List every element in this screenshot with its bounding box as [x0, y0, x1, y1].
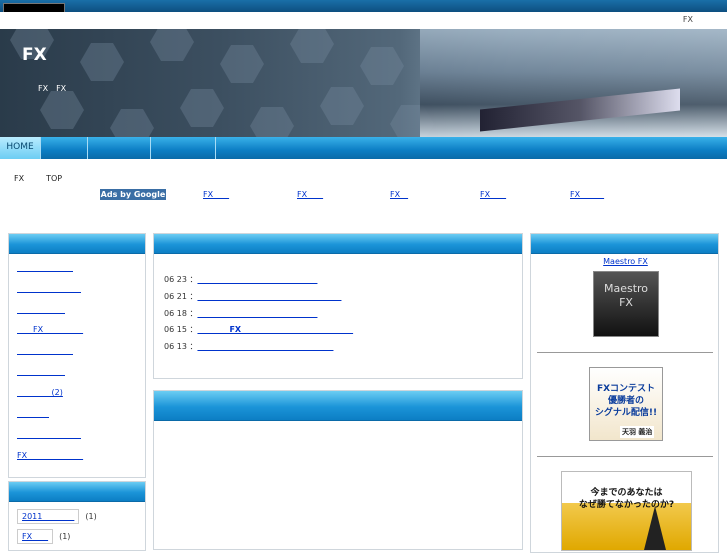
category-link[interactable] [17, 345, 73, 356]
post-date: 06 15 ： [164, 325, 194, 334]
fx-contest-banner[interactable]: FXコンテスト 優勝者の シグナル配信!! 天羽 義治 [589, 367, 663, 441]
nav-item-2[interactable] [41, 137, 88, 159]
nav-home[interactable]: HOME [0, 137, 41, 159]
top-line: FX [0, 12, 727, 29]
post-entry: 06 21 ： [164, 291, 341, 302]
post-date: 06 18 ： [164, 309, 194, 318]
site-title[interactable]: FX [22, 45, 47, 65]
post-entry: 06 15 ： FX [164, 324, 353, 335]
post-date: 06 21 ： [164, 292, 194, 301]
archive-count: (1) [85, 512, 97, 521]
ad-link[interactable]: FX [480, 189, 506, 200]
category-link[interactable]: (2) [17, 387, 63, 398]
category-link[interactable]: FX [17, 450, 83, 461]
promo-banner[interactable]: 今までのあなたは なぜ勝てなかったのか? [561, 471, 692, 551]
post-link[interactable]: FX [197, 325, 353, 334]
ad-link[interactable]: FX [390, 189, 408, 200]
breadcrumb-item[interactable]: TOP [46, 174, 62, 183]
category-link[interactable] [17, 262, 73, 273]
divider [537, 456, 713, 457]
site-header: FX FX FX [0, 29, 727, 137]
category-link[interactable] [17, 304, 65, 315]
content-box [153, 390, 523, 550]
right-sidebar-header [531, 234, 718, 254]
post-entry: 06 23 ： [164, 274, 317, 285]
maestro-fx-logo[interactable]: Maestro FX [593, 271, 659, 337]
recent-posts-box: 06 23 ： 06 21 ： 06 18 ： 06 15 ： FX 06 13… [153, 233, 523, 379]
promo-text: 今までのあなたは なぜ勝てなかったのか? [578, 488, 675, 510]
archive-box: 2011 (1) FX (1) [8, 481, 146, 551]
post-link[interactable] [197, 292, 341, 301]
post-date: 06 23 ： [164, 275, 194, 284]
nav-item-3[interactable] [88, 137, 151, 159]
category-link[interactable] [17, 408, 49, 419]
category-box-header [9, 234, 145, 254]
category-box: FX (2) FX [8, 233, 146, 478]
ad-link[interactable]: FX [297, 189, 323, 200]
ads-by-google-label[interactable]: Ads by Google [100, 189, 166, 200]
post-entry: 06 18 ： [164, 308, 317, 319]
archive-link[interactable]: FX [17, 529, 54, 544]
archive-count: (1) [59, 532, 71, 541]
breadcrumb: FX TOP [14, 174, 84, 183]
post-date: 06 13 ： [164, 342, 194, 351]
site-description: FX FX [38, 84, 67, 93]
post-link[interactable] [197, 309, 317, 318]
top-line-text: FX [682, 15, 693, 24]
post-entry: 06 13 ： [164, 341, 333, 352]
maestro-fx-link[interactable]: Maestro FX [531, 257, 720, 266]
ad-link[interactable]: FX [203, 189, 229, 200]
post-link[interactable] [197, 342, 333, 351]
main-nav: HOME [0, 137, 727, 159]
fx-contest-text: FXコンテスト 優勝者の シグナル配信!! [594, 384, 658, 418]
right-sidebar-box: Maestro FX Maestro FX FXコンテスト 優勝者の シグナル配… [530, 233, 719, 553]
divider [537, 352, 713, 353]
content-box-header [154, 391, 522, 421]
top-bar [0, 0, 727, 14]
breadcrumb-item[interactable]: FX [14, 174, 24, 183]
post-link[interactable] [197, 275, 317, 284]
recent-posts-header [154, 234, 522, 254]
archive-item: FX (1) [17, 529, 70, 544]
category-link[interactable] [17, 366, 65, 377]
ad-link[interactable]: FX [570, 189, 604, 200]
archive-link[interactable]: 2011 [17, 509, 80, 524]
category-link[interactable]: FX [17, 324, 83, 335]
nav-item-4[interactable] [151, 137, 216, 159]
category-link[interactable] [17, 283, 81, 294]
category-link[interactable] [17, 429, 81, 440]
archive-box-header [9, 482, 145, 502]
fx-contest-name: 天羽 義治 [620, 426, 655, 438]
warning-icon [644, 506, 666, 550]
archive-item: 2011 (1) [17, 509, 97, 524]
